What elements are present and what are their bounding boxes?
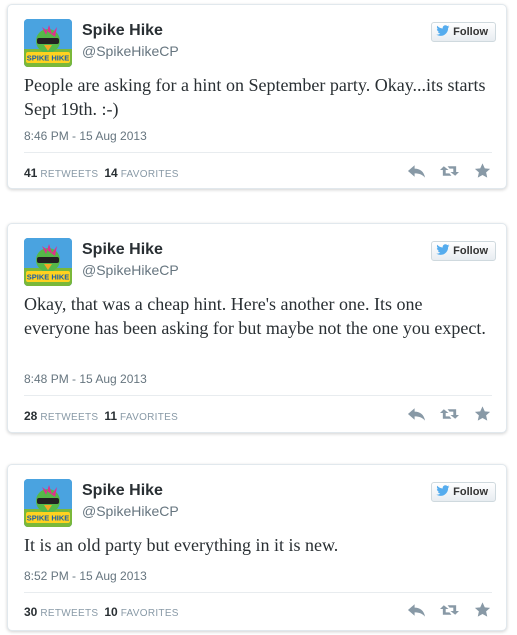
favorites-label: FAVORITES [120,169,179,180]
tweet-actions [407,602,492,618]
divider [24,592,492,593]
twitter-bird-icon [436,243,450,259]
divider [24,152,492,153]
svg-text:SPIKE HIKE: SPIKE HIKE [27,54,70,63]
author-name[interactable]: Spike Hike [82,22,163,40]
follow-label: Follow [453,486,488,498]
retweets-count[interactable]: 28 [24,409,37,423]
svg-text:SPIKE HIKE: SPIKE HIKE [27,514,70,523]
star-icon[interactable] [473,406,492,422]
follow-label: Follow [453,26,488,38]
avatar[interactable]: SPIKE HIKE [24,19,72,67]
favorites-count[interactable]: 10 [104,605,117,619]
tweet-stats: 41 RETWEETS 14 FAVORITES [24,166,179,180]
tweet-stats: 28 RETWEETS 11 FAVORITES [24,409,178,423]
tweet-text: Okay, that was a cheap hint. Here's anot… [24,294,486,338]
favorites-label: FAVORITES [120,412,179,423]
author-handle[interactable]: @SpikeHikeCP [82,503,179,519]
tweet-card: SPIKE HIKE Spike Hike @SpikeHikeCP Follo… [7,223,507,433]
follow-button[interactable]: Follow [431,482,496,502]
tweet-card: SPIKE HIKE Spike Hike @SpikeHikeCP Follo… [7,4,507,189]
follow-button[interactable]: Follow [431,241,496,261]
tweet-actions [407,406,492,422]
reply-icon[interactable] [407,163,426,179]
retweet-icon[interactable] [440,406,459,422]
retweet-icon[interactable] [440,163,459,179]
retweets-label: RETWEETS [40,169,99,180]
favorites-count[interactable]: 14 [104,166,117,180]
star-icon[interactable] [473,602,492,618]
star-icon[interactable] [473,163,492,179]
tweet-text: It is an old party but everything in it … [24,535,339,555]
author-handle[interactable]: @SpikeHikeCP [82,43,179,59]
author-name[interactable]: Spike Hike [82,482,163,500]
follow-label: Follow [453,245,488,257]
tweet-stats: 30 RETWEETS 10 FAVORITES [24,605,179,619]
tweet-timestamp[interactable]: 8:48 PM - 15 Aug 2013 [24,372,147,386]
svg-text:SPIKE HIKE: SPIKE HIKE [27,273,70,282]
favorites-count[interactable]: 11 [104,409,117,423]
retweets-label: RETWEETS [40,608,99,619]
avatar[interactable]: SPIKE HIKE [24,238,72,286]
author-handle[interactable]: @SpikeHikeCP [82,262,179,278]
tweet-timestamp[interactable]: 8:46 PM - 15 Aug 2013 [24,129,147,143]
retweets-count[interactable]: 30 [24,605,37,619]
avatar[interactable]: SPIKE HIKE [24,479,72,527]
tweet-text: People are asking for a hint on Septembe… [24,75,486,119]
reply-icon[interactable] [407,406,426,422]
author-name[interactable]: Spike Hike [82,241,163,259]
retweets-count[interactable]: 41 [24,166,37,180]
twitter-bird-icon [436,484,450,500]
favorites-label: FAVORITES [120,608,179,619]
divider [24,395,492,396]
follow-button[interactable]: Follow [431,22,496,42]
retweets-label: RETWEETS [40,412,99,423]
twitter-bird-icon [436,24,450,40]
tweet-timestamp[interactable]: 8:52 PM - 15 Aug 2013 [24,569,147,583]
tweet-actions [407,163,492,179]
retweet-icon[interactable] [440,602,459,618]
reply-icon[interactable] [407,602,426,618]
tweet-card: SPIKE HIKE Spike Hike @SpikeHikeCP Follo… [7,464,507,631]
